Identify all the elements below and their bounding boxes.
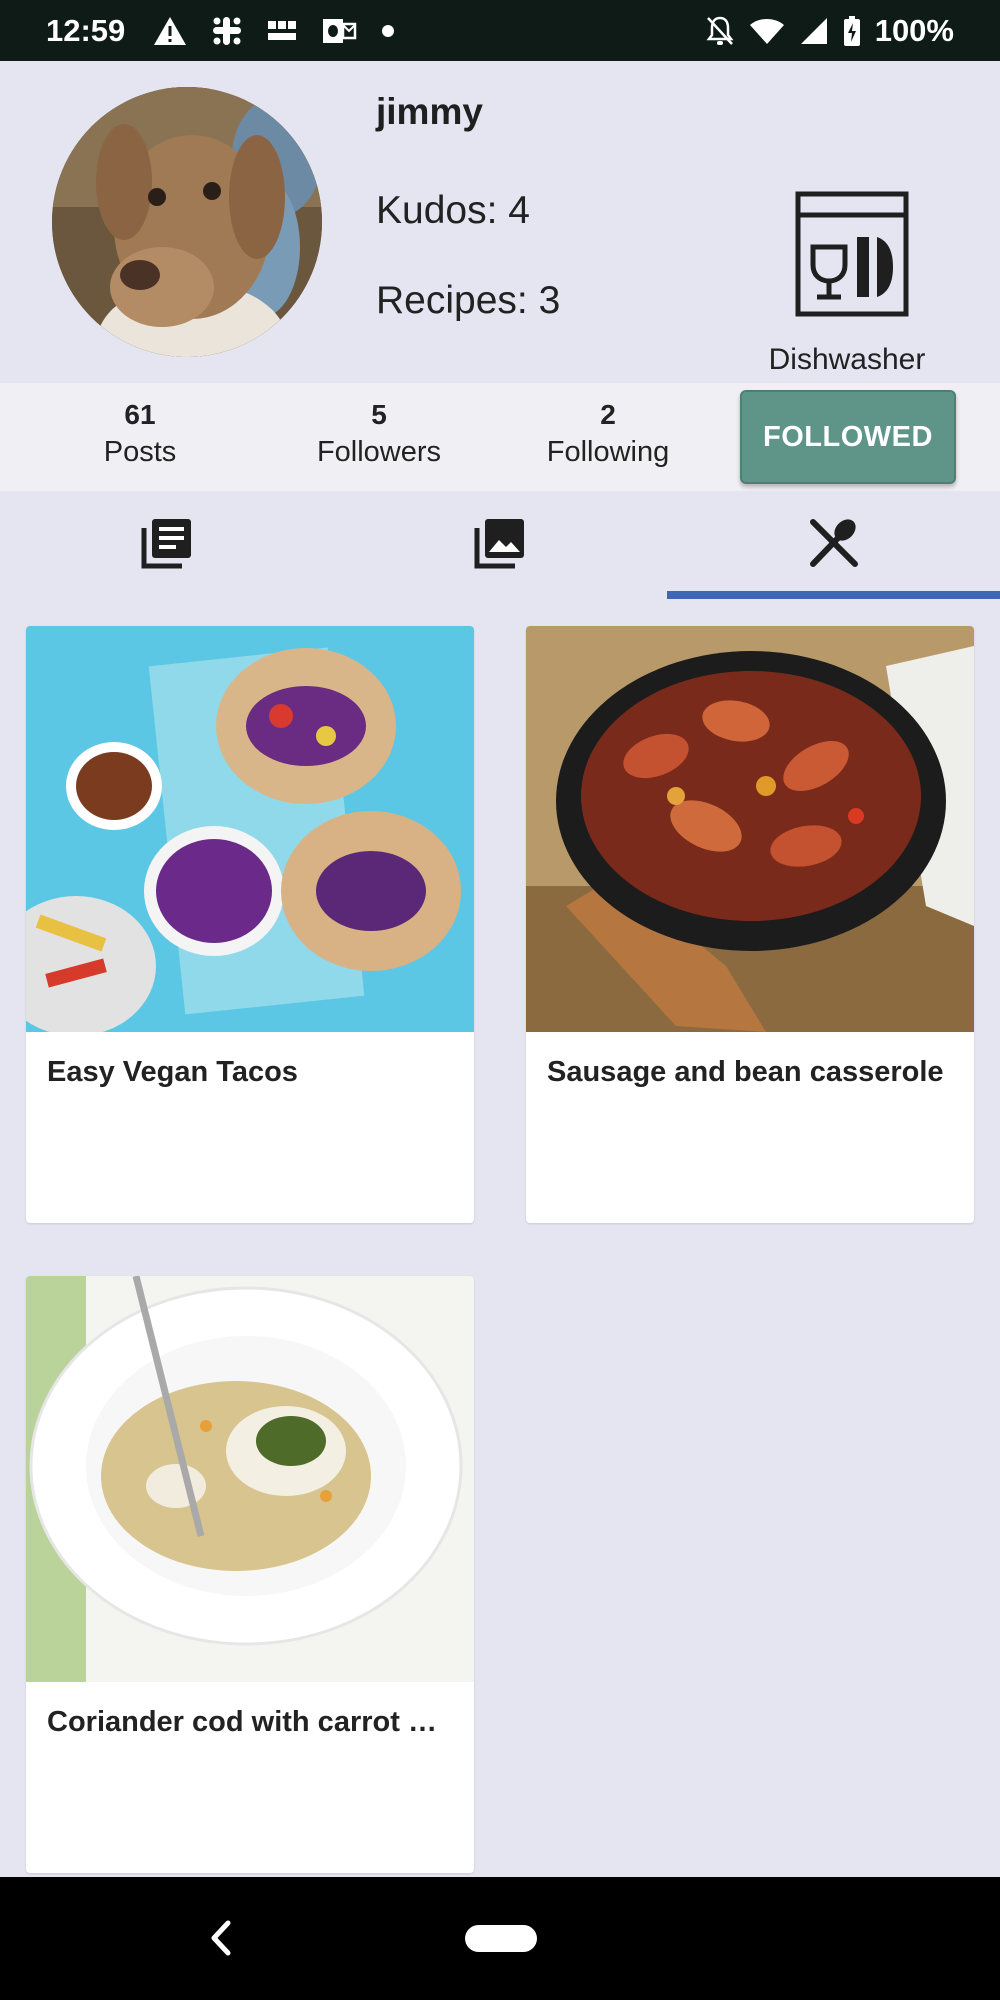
cellular-icon	[799, 16, 829, 46]
notification-icons	[153, 15, 395, 47]
recipe-title: Easy Vegan Tacos	[47, 1056, 298, 1088]
back-icon[interactable]	[200, 1913, 240, 1963]
photo-library-icon	[473, 516, 527, 575]
followed-button[interactable]: FOLLOWED	[740, 390, 956, 484]
badge-label: Dishwasher	[768, 343, 926, 376]
tab-recipes[interactable]	[667, 491, 1000, 599]
outlook-icon	[321, 16, 357, 46]
notifications-off-icon	[705, 15, 735, 47]
stat-followers-count: 5	[371, 399, 387, 430]
recipe-card[interactable]: Sausage and bean casserole	[526, 626, 974, 1223]
tab-posts[interactable]	[0, 491, 333, 599]
battery-percentage: 100%	[874, 12, 954, 48]
tab-photos[interactable]	[333, 491, 666, 599]
recipes-count: Recipes: 3	[376, 279, 561, 322]
wifi-icon	[749, 17, 785, 45]
stat-following-count: 2	[600, 399, 616, 430]
bbc-news-icon	[267, 19, 297, 43]
dot-icon	[381, 24, 395, 38]
stat-posts-count: 61	[124, 399, 156, 430]
profile-tabs	[0, 491, 1000, 599]
avatar[interactable]	[52, 87, 322, 357]
recipe-card[interactable]: Easy Vegan Tacos	[26, 626, 474, 1223]
warning-icon	[153, 16, 187, 46]
home-pill-icon[interactable]	[465, 1925, 537, 1952]
recipe-title: Sausage and bean casserole	[547, 1056, 944, 1088]
recipe-card[interactable]: Coriander cod with carrot pi…	[26, 1276, 474, 1873]
fork-spoon-icon	[807, 516, 861, 575]
profile-header: jimmy Kudos: 4 Recipes: 3 Dishwasher	[0, 61, 1000, 383]
battery-icon	[843, 15, 861, 47]
stat-followers[interactable]: 5 Followers	[279, 397, 479, 471]
slack-icon	[211, 15, 243, 47]
stat-followers-label: Followers	[316, 436, 442, 468]
tab-indicator	[667, 591, 1000, 599]
stat-posts-label: Posts	[103, 436, 177, 468]
username: jimmy	[376, 91, 483, 132]
stat-following[interactable]: 2 Following	[508, 397, 708, 471]
recipe-photo	[26, 626, 474, 1032]
kudos-count: Kudos: 4	[376, 189, 530, 232]
stat-following-label: Following	[546, 436, 670, 468]
system-status: 100%	[705, 13, 954, 49]
stats-row: 61 Posts 5 Followers 2 Following FOLLOWE…	[0, 383, 1000, 491]
recipe-title: Coriander cod with carrot pi…	[47, 1706, 463, 1738]
status-time: 12:59	[46, 12, 126, 48]
recipe-photo	[526, 626, 974, 1032]
dishwasher-icon	[795, 191, 909, 317]
navigation-bar	[0, 1877, 1000, 2000]
status-bar: 12:59 100%	[0, 0, 1000, 61]
recipe-photo	[26, 1276, 474, 1682]
stat-posts[interactable]: 61 Posts	[40, 397, 240, 471]
posts-list-icon	[140, 516, 194, 575]
